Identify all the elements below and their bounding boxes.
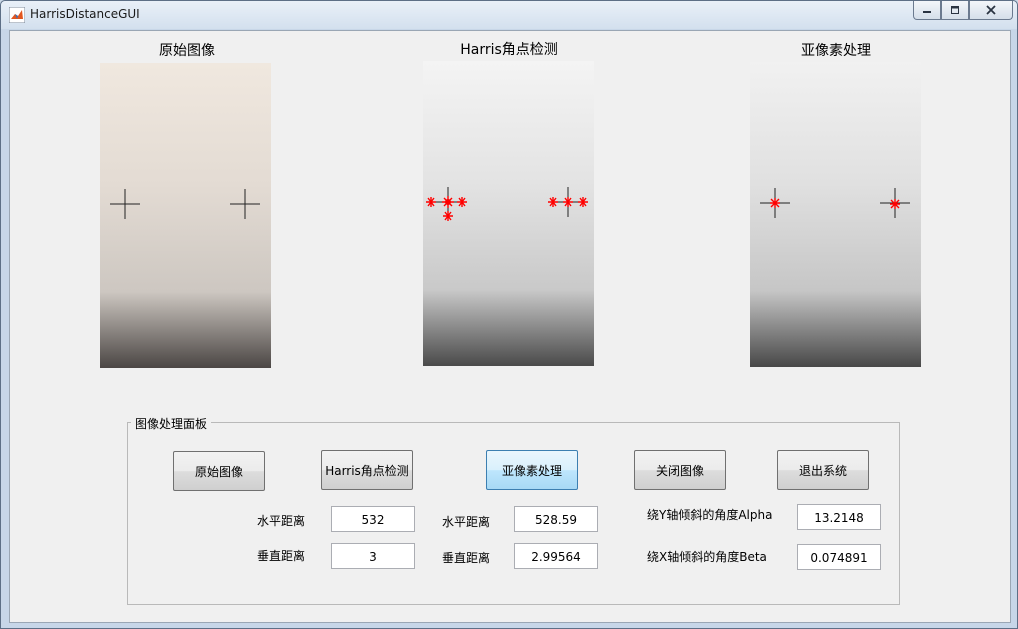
original-image [100, 63, 271, 368]
alpha-angle-label: 绕Y轴倾斜的角度Alpha [647, 508, 773, 522]
app-window: HarrisDistanceGUI 原始图像 Harris角点检测 亚像素处理 [0, 0, 1018, 629]
exit-system-button[interactable]: 退出系统 [777, 450, 869, 490]
subpixel-horizontal-distance-field[interactable]: 528.59 [514, 506, 598, 532]
subpixel-vertical-distance-label: 垂直距离 [442, 551, 491, 565]
harris-vertical-distance-field[interactable]: 3 [331, 543, 415, 569]
close-button[interactable] [969, 1, 1013, 20]
matlab-icon [9, 7, 25, 23]
minimize-icon [923, 11, 931, 13]
original-image-title: 原始图像 [159, 43, 215, 59]
restore-button[interactable] [941, 1, 969, 20]
harris-horizontal-distance-label: 水平距离 [257, 514, 306, 528]
harris-image-title: Harris角点检测 [460, 42, 558, 58]
subpixel-image [750, 62, 921, 367]
restore-icon [951, 6, 959, 14]
harris-detect-button[interactable]: Harris角点检测 [321, 450, 413, 490]
harris-vertical-distance-label: 垂直距离 [257, 549, 306, 563]
beta-angle-label: 绕X轴倾斜的角度Beta [647, 550, 767, 564]
minimize-button[interactable] [913, 1, 941, 20]
processing-panel-title: 图像处理面板 [131, 415, 212, 432]
close-icon [986, 5, 996, 15]
beta-angle-field[interactable]: 0.074891 [797, 544, 881, 570]
window-title: HarrisDistanceGUI [30, 7, 140, 21]
subpixel-button[interactable]: 亚像素处理 [486, 450, 578, 490]
harris-corner-markers [426, 187, 588, 221]
harris-image [423, 61, 594, 366]
subpixel-image-title: 亚像素处理 [801, 43, 871, 59]
subpixel-markers [760, 188, 910, 218]
close-image-button[interactable]: 关闭图像 [634, 450, 726, 490]
subpixel-horizontal-distance-label: 水平距离 [442, 515, 491, 529]
alpha-angle-field[interactable]: 13.2148 [797, 504, 881, 530]
title-bar: HarrisDistanceGUI [1, 1, 1017, 29]
original-image-button[interactable]: 原始图像 [173, 451, 265, 491]
harris-horizontal-distance-field[interactable]: 532 [331, 506, 415, 532]
subpixel-vertical-distance-field[interactable]: 2.99564 [514, 543, 598, 569]
original-crosshairs [110, 189, 260, 219]
figure-client-area: 原始图像 Harris角点检测 亚像素处理 图像处理面板 原始图像 Harris… [9, 30, 1011, 623]
